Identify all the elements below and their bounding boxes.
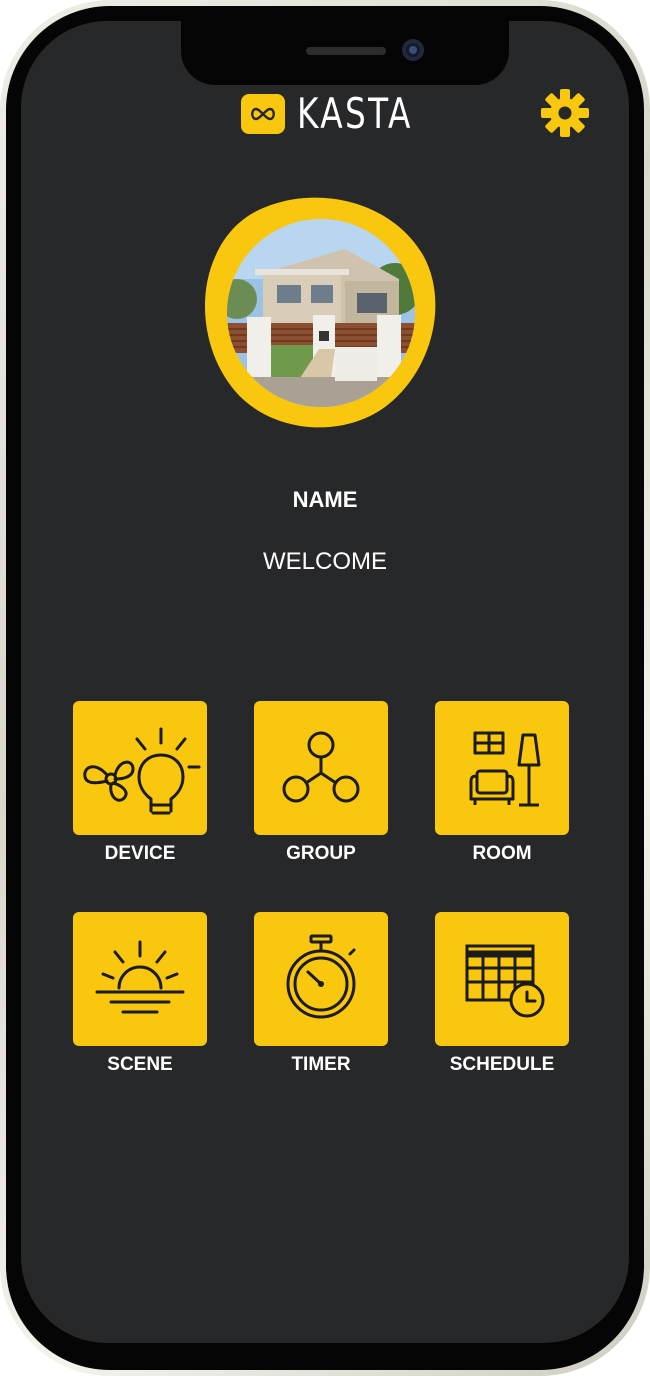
room-label: ROOM [472,843,532,864]
group-label: GROUP [286,843,356,864]
device-button[interactable] [73,701,207,835]
infinity-logo-icon [241,94,285,134]
group-button[interactable] [254,701,388,835]
schedule-label: SCHEDULE [449,1054,555,1075]
notch [181,21,509,85]
room-furniture-icon [469,731,541,807]
room-button[interactable] [435,701,569,835]
scene-label: SCENE [107,1054,173,1075]
calendar-clock-icon [465,944,545,1018]
front-camera [402,39,424,61]
stopwatch-icon [286,934,356,1019]
scene-button[interactable] [73,912,207,1046]
brand-logo: KASTA [241,91,445,137]
timer-label: TIMER [291,1054,351,1075]
profile-avatar[interactable] [201,193,443,433]
speaker-grille [306,47,386,55]
group-nodes-icon [282,731,360,803]
fan-bulb-icon [83,727,201,815]
timer-button[interactable] [254,912,388,1046]
device-label: DEVICE [104,843,176,864]
profile-name: NAME [292,487,358,512]
welcome-text: WELCOME [262,548,387,575]
schedule-button[interactable] [435,912,569,1046]
settings-gear-icon[interactable] [539,87,591,139]
brand-name: KASTA [297,89,413,138]
sunrise-icon [95,940,185,1014]
app-screen: KASTA NAME WELCOME DEVICE GROUP ROOM SCE… [21,21,629,1343]
house-photo [227,219,415,407]
